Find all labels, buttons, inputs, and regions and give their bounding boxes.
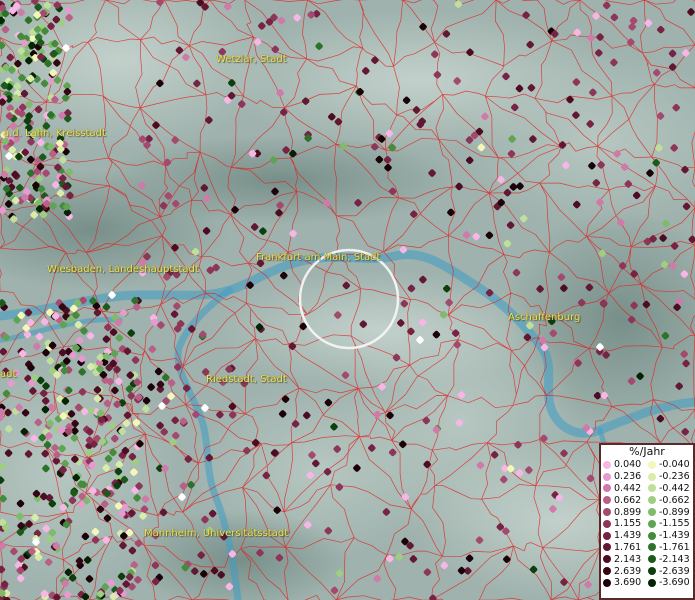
legend-swatch: [648, 484, 656, 493]
legend-value: -0.662: [659, 494, 690, 506]
legend-swatch: [648, 543, 656, 552]
city-label-wetzlar: Wetzlar, Stadt: [216, 54, 287, 65]
legend-swatch: [648, 460, 656, 469]
legend-value: 0.662: [614, 494, 642, 506]
legend-swatch: [648, 567, 656, 576]
legend-value: 1.761: [614, 541, 642, 553]
legend-value: -0.236: [659, 471, 690, 483]
legend-swatch: [648, 519, 656, 528]
legend-row: -0.236: [648, 471, 693, 483]
legend-value: 3.690: [614, 577, 642, 589]
legend-swatch: [603, 460, 611, 469]
legend-row: 1.155: [603, 518, 648, 530]
legend-positive-column: 0.040 0.236 0.442 0.662 0.899 1.155 1.439 1.761…: [603, 459, 648, 589]
legend-row: -2.143: [648, 553, 693, 565]
legend-row: 2.143: [603, 553, 648, 565]
legend-value: -1.155: [659, 518, 690, 530]
legend-swatch: [603, 519, 611, 528]
legend-row: -0.662: [648, 494, 693, 506]
legend-row: -3.690: [648, 577, 693, 589]
legend-value: -2.639: [659, 565, 690, 577]
legend-value: -0.040: [659, 459, 690, 471]
city-label-wiesbaden: Wiesbaden, Landeshauptstadt: [47, 264, 199, 275]
map-view[interactable]: Wetzlar, Stadt a.d. Lahn, Kreisstadt Wie…: [0, 0, 695, 600]
legend-value: 0.442: [614, 482, 642, 494]
legend-row: 0.040: [603, 459, 648, 471]
legend-row: -0.040: [648, 459, 693, 471]
legend-row: -0.899: [648, 506, 693, 518]
legend-value: -1.439: [659, 530, 690, 542]
selection-circle: [298, 248, 400, 350]
legend-swatch: [648, 508, 656, 517]
legend-row: -1.761: [648, 542, 693, 554]
legend-swatch: [603, 578, 611, 587]
legend-row: 0.236: [603, 471, 648, 483]
legend-value: 1.155: [614, 518, 642, 530]
city-label-edge: adt: [0, 369, 17, 380]
legend-row: 3.690: [603, 577, 648, 589]
legend-value: 0.040: [614, 459, 642, 471]
legend-swatch: [603, 555, 611, 564]
legend-row: 0.662: [603, 494, 648, 506]
legend-row: -2.639: [648, 565, 693, 577]
legend-swatch: [648, 578, 656, 587]
legend-value: 2.143: [614, 553, 642, 565]
legend-value: 2.639: [614, 565, 642, 577]
legend-swatch: [603, 567, 611, 576]
legend-row: 1.761: [603, 542, 648, 554]
city-label-mannheim: Mannheim, Universitätsstadt: [144, 528, 289, 539]
legend-value: 1.439: [614, 530, 642, 542]
city-label-lahn: a.d. Lahn, Kreisstadt: [3, 128, 106, 139]
legend-value: 0.236: [614, 471, 642, 483]
legend-row: 0.899: [603, 506, 648, 518]
legend: %/Jahr 0.040 0.236 0.442 0.662 0.899 1.155 1.4…: [599, 443, 695, 600]
legend-swatch: [603, 531, 611, 540]
legend-swatch: [603, 472, 611, 481]
legend-swatch: [648, 472, 656, 481]
legend-swatch: [603, 484, 611, 493]
legend-value: -2.143: [659, 553, 690, 565]
legend-row: -1.439: [648, 530, 693, 542]
legend-value: -1.761: [659, 541, 690, 553]
legend-swatch: [603, 496, 611, 505]
legend-row: -0.442: [648, 483, 693, 495]
legend-swatch: [648, 531, 656, 540]
legend-value: -0.442: [659, 482, 690, 494]
legend-value: -0.899: [659, 506, 690, 518]
legend-value: -3.690: [659, 577, 690, 589]
legend-value: 0.899: [614, 506, 642, 518]
legend-row: 2.639: [603, 565, 648, 577]
legend-row: -1.155: [648, 518, 693, 530]
city-label-riedstadt: Riedstadt, Stadt: [206, 374, 287, 385]
legend-row: 0.442: [603, 483, 648, 495]
legend-title: %/Jahr: [629, 445, 665, 458]
legend-swatch: [603, 508, 611, 517]
legend-swatch: [648, 496, 656, 505]
city-label-aschaffenburg: Aschaffenburg: [508, 312, 581, 323]
legend-swatch: [603, 543, 611, 552]
legend-swatch: [648, 555, 656, 564]
selection-overlay: [298, 248, 400, 350]
legend-negative-column: -0.040 -0.236 -0.442 -0.662 -0.899 -1.155 -1.4…: [648, 459, 693, 589]
legend-row: 1.439: [603, 530, 648, 542]
city-label-frankfurt: Frankfurt am Main, Stadt: [256, 252, 381, 263]
